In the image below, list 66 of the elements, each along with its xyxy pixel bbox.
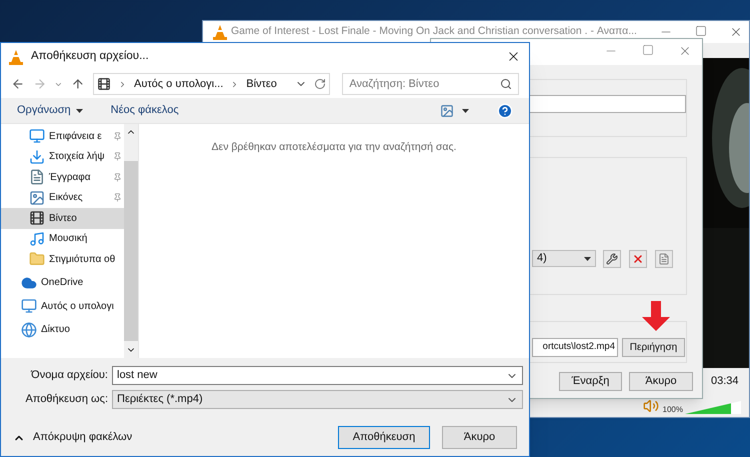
refresh-icon[interactable] (314, 78, 326, 90)
type-label: Αποθήκευση ως: (24, 392, 108, 408)
search-field[interactable]: Αναζήτηση: Βίντεο (342, 73, 519, 95)
pin-icon[interactable] (113, 132, 122, 141)
file-type-dropdown[interactable]: Περιέκτες (*.mp4) (112, 390, 523, 409)
nav-item[interactable]: Δίκτυο (1, 320, 124, 340)
cancel-button[interactable]: Άκυρο (629, 372, 693, 391)
profile-dropdown[interactable]: 4) (532, 250, 596, 267)
time-label: 03:34 (711, 374, 740, 389)
help-icon[interactable] (497, 102, 513, 118)
nav-item[interactable]: Επιφάνεια ε (1, 126, 124, 146)
nav-item[interactable]: Στοιχεία λήψ (1, 146, 124, 167)
cancel-button[interactable]: Άκυρο (442, 426, 517, 449)
organize-menu[interactable]: Οργάνωση (17, 102, 83, 119)
breadcrumb-item[interactable]: Βίντεο (246, 76, 277, 92)
nav-item[interactable]: Αυτός ο υπολογι (1, 296, 124, 316)
destination-field[interactable]: ortcuts\lost2.mp4 (532, 338, 618, 357)
filename-field[interactable]: lost new (112, 366, 523, 385)
filename-label: Όνομα αρχείου: (30, 368, 108, 384)
wrench-icon[interactable] (606, 253, 618, 265)
nav-item[interactable]: Μουσική (1, 228, 124, 249)
hide-folders-button[interactable]: Απόκρυψη φακέλων (13, 429, 132, 446)
folder-icon (29, 251, 45, 268)
search-icon (500, 78, 512, 90)
cone-icon (9, 48, 23, 64)
pin-icon[interactable] (113, 172, 122, 182)
maximize-icon[interactable] (695, 25, 707, 37)
arrow-icon (642, 301, 670, 331)
pin-icon[interactable] (113, 152, 122, 162)
computer-icon (21, 298, 37, 314)
window-title: Game of Interest - Lost Finale - Moving On Jack and Christian conversation . - Αναπα... (231, 24, 637, 40)
maximize-icon[interactable] (642, 44, 654, 56)
film-icon (96, 77, 111, 91)
delete-icon[interactable] (632, 253, 644, 265)
nav-item[interactable]: Εικόνες (1, 188, 124, 208)
back-icon[interactable] (11, 77, 25, 91)
document-icon (29, 169, 45, 186)
start-button[interactable]: Έναρξη (559, 372, 622, 391)
music-note-icon (29, 230, 45, 247)
monitor-icon (29, 128, 45, 144)
pin-icon[interactable] (113, 193, 122, 202)
address-bar[interactable]: Αυτός ο υπολογι... Βίντεο (92, 73, 330, 95)
empty-message: Δεν βρέθηκαν αποτελέσματα για την αναζήτησή σας. (212, 140, 456, 155)
up-icon[interactable] (71, 77, 85, 91)
nav-item[interactable]: Βίντεο (1, 208, 124, 228)
cloud-icon (21, 274, 37, 291)
download-icon (29, 148, 45, 165)
image-icon (29, 190, 45, 206)
new-folder-button[interactable]: Νέος φάκελος (110, 102, 179, 119)
scrollbar[interactable] (124, 124, 138, 358)
volume-icon (642, 398, 659, 414)
nav-item[interactable]: OneDrive (1, 272, 124, 293)
film-icon (29, 210, 45, 226)
dropdown-arrow-icon[interactable] (76, 108, 83, 112)
cone-icon (213, 24, 227, 40)
dropdown-arrow-icon[interactable] (584, 256, 591, 260)
volume-slider[interactable] (685, 401, 741, 414)
dropdown-arrow-icon[interactable] (462, 108, 469, 112)
volume-label: 100% (662, 405, 683, 414)
network-icon (21, 322, 37, 338)
save-button[interactable]: Αποθήκευση (338, 426, 430, 449)
nav-item[interactable]: Στιγμιότυπα οθ (1, 249, 124, 270)
breadcrumb-item[interactable]: Αυτός ο υπολογι... (134, 76, 224, 92)
nav-item[interactable]: Έγγραφα (1, 167, 124, 188)
browse-button[interactable]: Περιήγηση (622, 338, 685, 357)
window-title: Αποθήκευση αρχείου... (31, 48, 150, 64)
